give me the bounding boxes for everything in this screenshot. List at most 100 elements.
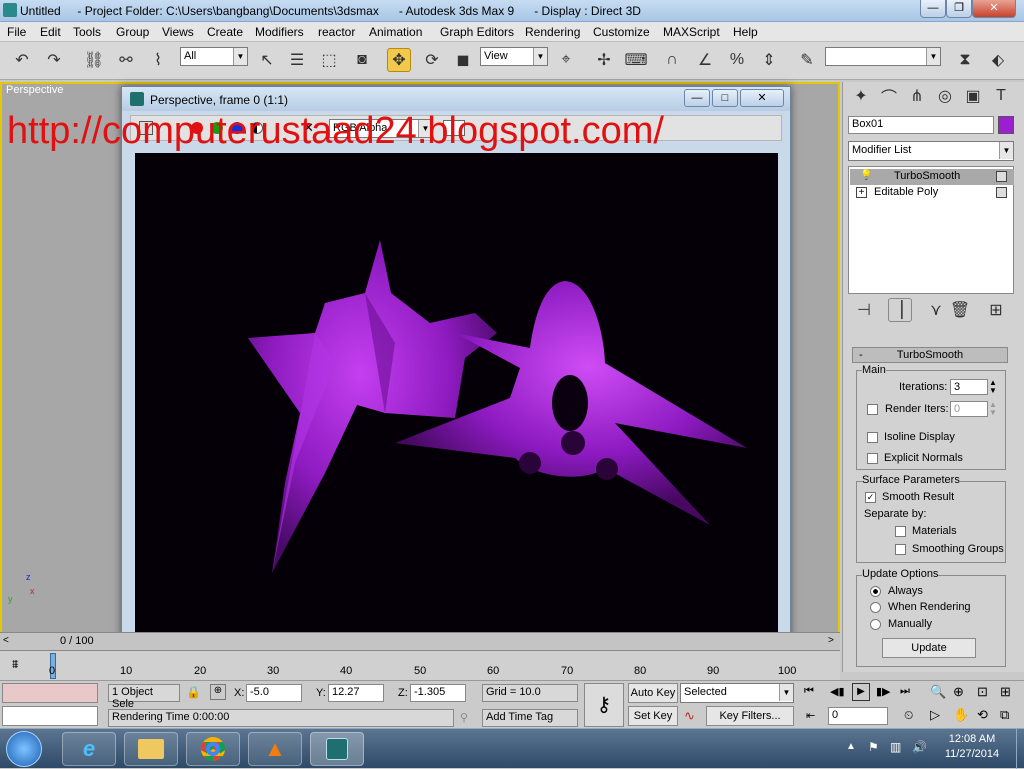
update-button[interactable]: Update	[882, 638, 976, 658]
object-name-field[interactable]: Box01	[848, 116, 994, 134]
redo-icon[interactable]: ↷	[42, 48, 66, 72]
set-key-key-icon[interactable]: ⚷	[584, 683, 624, 727]
render-minimize-button[interactable]: —	[684, 89, 710, 107]
taskbar-internet-explorer-icon[interactable]: e	[62, 732, 116, 766]
menu-maxscript[interactable]: MAXScript	[663, 25, 720, 39]
menu-modifiers[interactable]: Modifiers	[255, 25, 304, 39]
maximize-button[interactable]: ❐	[946, 0, 972, 18]
key-mode-toggle-icon[interactable]: ⇤	[806, 709, 815, 722]
light-bulb-icon[interactable]: 💡	[860, 170, 872, 181]
time-tag-icon[interactable]: ⚲	[460, 711, 468, 724]
network-icon[interactable]: ▥	[890, 740, 901, 754]
menu-help[interactable]: Help	[733, 25, 758, 39]
absolute-mode-icon[interactable]: ⊕	[210, 684, 226, 700]
menu-create[interactable]: Create	[207, 25, 243, 39]
select-link-icon[interactable]: ⛓	[82, 48, 106, 72]
show-end-result-icon[interactable]: ⎥	[888, 298, 912, 322]
zoom-all-icon[interactable]: ⊕	[953, 684, 964, 700]
pivot-center-icon[interactable]: ⌖	[554, 48, 578, 72]
system-clock[interactable]: 12:08 AM 11/27/2014	[928, 733, 1016, 760]
percent-snap-icon[interactable]: %	[725, 48, 749, 72]
menu-group[interactable]: Group	[116, 25, 149, 39]
app-icon[interactable]	[3, 3, 17, 17]
time-slider-next[interactable]: >	[828, 635, 834, 646]
hierarchy-tab-icon[interactable]: ⋔	[905, 84, 929, 108]
render-maximize-button[interactable]: □	[712, 89, 738, 107]
taskbar-chrome-icon[interactable]	[186, 732, 240, 766]
rectangular-selection-icon[interactable]: ⬚	[317, 48, 341, 72]
named-selection-dropdown[interactable]: ▼	[825, 47, 941, 66]
volume-icon[interactable]: 🔊	[912, 740, 927, 754]
iterations-spinner[interactable]: 3	[950, 379, 988, 395]
materials-checkbox[interactable]	[895, 526, 906, 537]
align-icon[interactable]: ⬖	[986, 48, 1010, 72]
maxscript-input-mini[interactable]	[2, 706, 98, 726]
remove-modifier-icon[interactable]: 🗑	[948, 298, 972, 322]
field-of-view-icon[interactable]: ▷	[930, 707, 940, 723]
show-desktop-button[interactable]	[1016, 729, 1024, 769]
select-scale-icon[interactable]: ◼	[451, 48, 475, 72]
snaps-toggle-icon[interactable]: ∩	[660, 48, 684, 72]
track-bar[interactable]: ⩩ 0 10 20 30 40 50 60 70 80 90 100	[0, 650, 840, 680]
play-icon[interactable]: ▶	[852, 683, 870, 701]
stack-item-editable-poly[interactable]: + Editable Poly	[850, 185, 1014, 201]
make-unique-icon[interactable]: ⋎	[924, 298, 948, 322]
stack-item-toggle[interactable]	[996, 171, 1007, 182]
mini-curve-editor-icon[interactable]: ⩩	[12, 657, 18, 672]
taskbar-vlc-icon[interactable]: ▲	[248, 732, 302, 766]
action-center-icon[interactable]: ⚑	[868, 740, 879, 754]
y-coordinate-field[interactable]: 12.27	[328, 684, 384, 702]
x-coordinate-field[interactable]: -5.0	[246, 684, 302, 702]
select-object-icon[interactable]: ↖	[255, 48, 279, 72]
angle-snap-icon[interactable]: ∠	[693, 48, 717, 72]
window-crossing-icon[interactable]: ◙	[350, 48, 374, 72]
motion-tab-icon[interactable]: ◎	[933, 84, 957, 108]
when-rendering-radio[interactable]	[870, 602, 881, 613]
taskbar-3dsmax-icon[interactable]	[310, 732, 364, 766]
close-button[interactable]: ✕	[972, 0, 1016, 18]
viewport-label[interactable]: Perspective	[6, 84, 63, 96]
menu-graph-editors[interactable]: Graph Editors	[440, 25, 514, 39]
menu-edit[interactable]: Edit	[40, 25, 61, 39]
object-color-swatch[interactable]	[998, 116, 1014, 134]
zoom-extents-all-icon[interactable]: ⊞	[1000, 684, 1011, 700]
spinner-snap-icon[interactable]: ⇕	[757, 48, 781, 72]
go-to-end-icon[interactable]: ⏭	[900, 685, 910, 698]
manually-radio[interactable]	[870, 619, 881, 630]
zoom-icon[interactable]: 🔍	[930, 684, 946, 700]
set-key-button[interactable]: Set Key	[628, 706, 678, 726]
start-orb-icon[interactable]	[6, 731, 42, 767]
select-by-name-icon[interactable]: ☰	[285, 48, 309, 72]
modifier-list-dropdown[interactable]: Modifier List ▼	[848, 141, 1014, 161]
modify-tab-icon[interactable]: ⌒	[877, 84, 901, 108]
menu-tools[interactable]: Tools	[73, 25, 101, 39]
time-slider-prev[interactable]: <	[3, 635, 9, 646]
render-close-button[interactable]: ✕	[740, 89, 784, 107]
spinner-arrows-icon[interactable]: ▲ ▼	[989, 379, 997, 395]
auto-key-button[interactable]: Auto Key	[628, 683, 678, 703]
pan-view-icon[interactable]: ✋	[953, 707, 969, 723]
render-iters-checkbox[interactable]	[867, 404, 878, 415]
menu-views[interactable]: Views	[162, 25, 194, 39]
unlink-icon[interactable]: ⚯	[114, 48, 138, 72]
configure-modifier-sets-icon[interactable]: ⊞	[984, 298, 1008, 322]
time-configuration-icon[interactable]: ⏲	[904, 708, 913, 723]
keyboard-shortcut-toggle-icon[interactable]: ⌨	[624, 48, 648, 72]
stack-item-toggle[interactable]	[996, 187, 1007, 198]
menu-rendering[interactable]: Rendering	[525, 25, 580, 39]
maximize-viewport-icon[interactable]: ⧉	[1000, 707, 1009, 723]
selection-filter-dropdown[interactable]: All ▼	[180, 47, 248, 66]
undo-icon[interactable]: ↶	[10, 48, 34, 72]
explicit-normals-checkbox[interactable]	[867, 453, 878, 464]
isoline-display-checkbox[interactable]	[867, 432, 878, 443]
mirror-icon[interactable]: ⧗	[953, 48, 977, 72]
menu-customize[interactable]: Customize	[593, 25, 650, 39]
show-hidden-icons-icon[interactable]: ▲	[846, 741, 856, 752]
add-time-tag-field[interactable]: Add Time Tag	[482, 709, 578, 727]
menu-reactor[interactable]: reactor	[318, 25, 355, 39]
smooth-result-checkbox[interactable]: ✓	[865, 492, 876, 503]
default-tangents-icon[interactable]: ∿	[684, 708, 695, 724]
go-to-start-icon[interactable]: ⏮	[804, 685, 814, 698]
key-mode-dropdown[interactable]: Selected ▼	[680, 683, 794, 703]
utilities-tab-icon[interactable]: T	[989, 84, 1013, 108]
